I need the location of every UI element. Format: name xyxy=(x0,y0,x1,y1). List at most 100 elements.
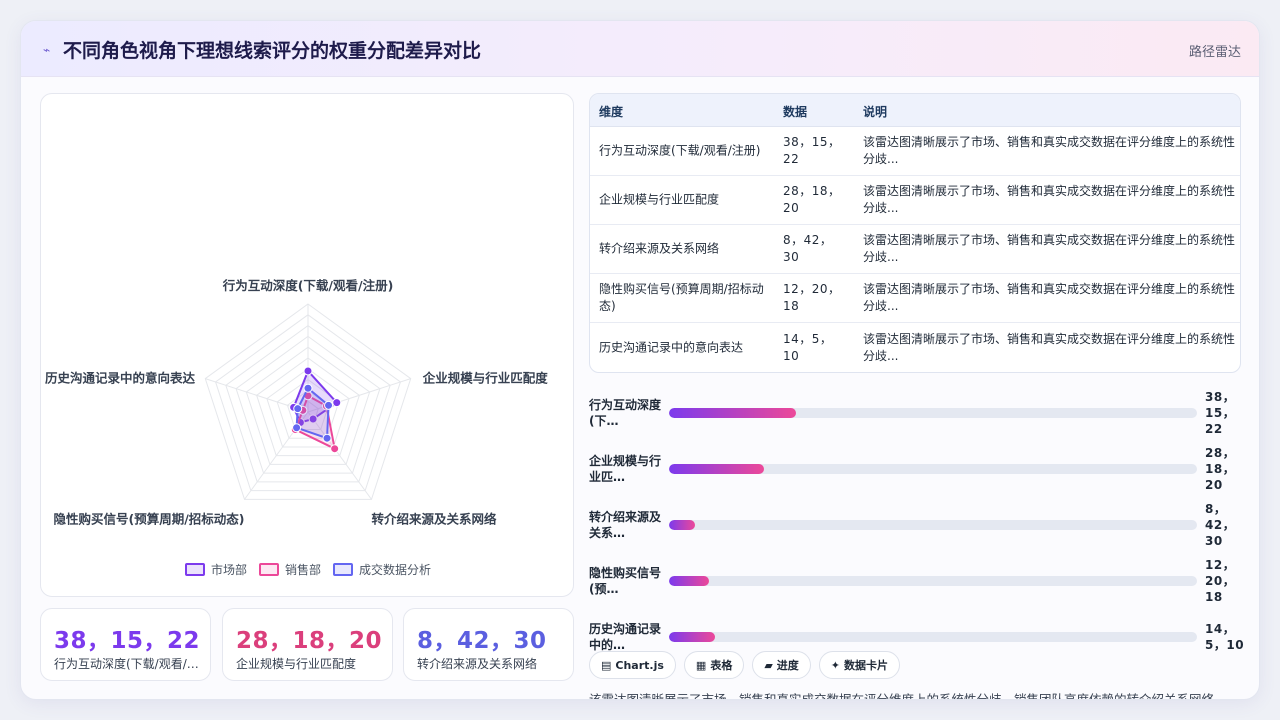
progress-value: 12，20，18 xyxy=(1205,558,1236,604)
chip-table[interactable]: ▦ 表格 xyxy=(683,651,745,679)
progress-label: 隐性购买信号(预… xyxy=(589,566,662,596)
cell-dimension: 历史沟通记录中的意向表达 xyxy=(599,340,744,354)
cell-description: 该雷达图清晰展示了市场、销售和真实成交数据在评分维度上的系统性分歧... xyxy=(863,233,1236,264)
legend-swatch-deal xyxy=(333,562,353,576)
chip-data-cards[interactable]: ✦ 数据卡片 xyxy=(818,651,901,679)
axis-label: 历史沟通记录中的意向表达 xyxy=(45,371,196,386)
cell-dimension: 隐性购买信号(预算周期/招标动态) xyxy=(599,282,764,313)
cell-dimension: 转介绍来源及关系网络 xyxy=(599,241,720,256)
progress-track xyxy=(669,408,1197,418)
view-chips: ▤ Chart.js ▦ 表格 ▰ 进度 ✦ 数据卡片 xyxy=(589,651,901,679)
legend-item-market[interactable]: 市场部 xyxy=(184,561,247,578)
dashboard-card: ⌁ 不同角色视角下理想线索评分的权重分配差异对比 路径雷达 行为互动深度(下载/… xyxy=(20,20,1260,700)
chip-label: Chart.js xyxy=(615,658,664,672)
table-icon: ▦ xyxy=(695,658,707,672)
chip-progress[interactable]: ▰ 进度 xyxy=(752,651,811,679)
sparkle-icon: ✦ xyxy=(830,658,841,672)
stat-value: 8，42，30 xyxy=(417,628,547,654)
table-header: 维度 数据 说明 xyxy=(590,94,1240,127)
data-point xyxy=(303,383,313,393)
progress-track xyxy=(669,632,1197,642)
progress-label: 行为互动深度(下… xyxy=(589,398,662,428)
data-point xyxy=(293,404,303,414)
progress-row: 行为互动深度(下… 38，15，22 xyxy=(589,385,1249,441)
data-point xyxy=(332,398,342,408)
column-header-description: 说明 xyxy=(863,105,888,119)
stat-label: 行为互动深度(下载/观看/注册) xyxy=(54,657,204,671)
header-tag[interactable]: 路径雷达 xyxy=(1189,41,1241,60)
chart-legend: 市场部 销售部 成交数据分析 xyxy=(41,560,575,578)
progress-label: 历史沟通记录中的… xyxy=(589,622,662,652)
cell-description: 该雷达图清晰展示了市场、销售和真实成交数据在评分维度上的系统性分歧... xyxy=(863,282,1236,313)
axis-label: 隐性购买信号(预算周期/招标动态) xyxy=(54,511,245,526)
legend-label-market: 市场部 xyxy=(210,562,247,577)
chart-icon: ▤ xyxy=(601,658,612,672)
summary-text: 该雷达图清晰展示了市场、销售和真实成交数据在评分维度上的系统性分歧，销售团队高度… xyxy=(589,692,1215,700)
cell-description: 该雷达图清晰展示了市场、销售和真实成交数据在评分维度上的系统性分歧... xyxy=(863,184,1236,215)
progress-bars: 行为互动深度(下… 38，15，22 企业规模与行业匹… 28，18，20 转介… xyxy=(589,385,1249,652)
cell-data: 12，20，18 xyxy=(783,282,841,313)
stat-label: 企业规模与行业匹配度 xyxy=(236,657,357,671)
page-title: 不同角色视角下理想线索评分的权重分配差异对比 xyxy=(63,40,482,62)
progress-label: 企业规模与行业匹… xyxy=(589,454,662,484)
chip-label: 表格 xyxy=(710,659,733,672)
table-row: 历史沟通记录中的意向表达 14，5，10 该雷达图清晰展示了市场、销售和真实成交… xyxy=(590,323,1240,372)
legend-item-deal[interactable]: 成交数据分析 xyxy=(333,561,431,578)
progress-value: 14，5，10 xyxy=(1205,622,1245,652)
stat-card: 8，42，30 转介绍来源及关系网络 xyxy=(403,608,574,681)
data-point xyxy=(324,400,334,410)
progress-fill xyxy=(669,464,765,474)
cell-dimension: 企业规模与行业匹配度 xyxy=(599,192,720,207)
cell-data: 28，18，20 xyxy=(783,184,841,215)
data-point xyxy=(322,433,332,443)
column-header-dimension: 维度 xyxy=(599,105,624,119)
progress-track xyxy=(669,464,1197,474)
radar-chart: 行为互动深度(下载/观看/注册) 企业规模与行业匹配度转介绍来源及关系网络 隐性购买… xyxy=(45,278,549,526)
legend-label-deal: 成交数据分析 xyxy=(359,562,432,577)
pulse-icon: ⌁ xyxy=(43,43,51,57)
axis-label: 企业规模与行业匹配度 xyxy=(422,371,549,386)
progress-track xyxy=(669,576,1197,586)
progress-value: 28，18，20 xyxy=(1205,446,1236,492)
stat-card: 28，18，20 企业规模与行业匹配度 xyxy=(222,608,393,681)
table-row: 转介绍来源及关系网络 8，42，30 该雷达图清晰展示了市场、销售和真实成交数据… xyxy=(590,225,1240,274)
legend-swatch-market xyxy=(184,562,205,576)
cell-data: 14，5，10 xyxy=(783,331,833,363)
progress-row: 转介绍来源及关系… 8，42，30 xyxy=(589,497,1249,553)
data-table: 维度 数据 说明 行为互动深度(下载/观看/注册) 38，15，22 该雷达图清… xyxy=(589,93,1241,373)
stat-card: 38，15，22 行为互动深度(下载/观看/注册) xyxy=(40,608,211,681)
chip-label: 数据卡片 xyxy=(844,659,889,672)
table-row: 隐性购买信号(预算周期/招标动态) 12，20，18 该雷达图清晰展示了市场、销… xyxy=(590,274,1240,323)
progress-label: 转介绍来源及关系… xyxy=(589,510,662,540)
stat-value: 28，18，20 xyxy=(236,628,383,654)
progress-value: 8，42，30 xyxy=(1205,502,1236,548)
data-point xyxy=(330,444,340,454)
progress-fill xyxy=(669,632,716,642)
cell-description: 该雷达图清晰展示了市场、销售和真实成交数据在评分维度上的系统性分歧... xyxy=(863,331,1236,363)
radar-chart-panel: 行为互动深度(下载/观看/注册) 企业规模与行业匹配度转介绍来源及关系网络 隐性购买… xyxy=(40,93,574,597)
cell-dimension: 行为互动深度(下载/观看/注册) xyxy=(599,143,761,158)
legend-label-sales: 销售部 xyxy=(284,562,321,577)
progress-fill xyxy=(669,520,696,530)
data-point xyxy=(292,423,302,433)
progress-value: 38，15，22 xyxy=(1205,390,1236,436)
legend-swatch-sales xyxy=(258,562,279,576)
table-row: 企业规模与行业匹配度 28，18，20 该雷达图清晰展示了市场、销售和真实成交数… xyxy=(590,176,1240,225)
progress-row: 企业规模与行业匹… 28，18，20 xyxy=(589,441,1249,497)
stat-value: 38，15，22 xyxy=(54,628,201,654)
stat-label: 转介绍来源及关系网络 xyxy=(417,657,538,671)
column-header-data: 数据 xyxy=(783,105,808,119)
chip-chartjs[interactable]: ▤ Chart.js xyxy=(589,651,676,679)
axis-label: 行为互动深度(下载/观看/注册) xyxy=(222,278,394,293)
axis-label: 转介绍来源及关系网络 xyxy=(371,511,497,526)
progress-fill xyxy=(669,576,709,586)
header: ⌁ 不同角色视角下理想线索评分的权重分配差异对比 路径雷达 xyxy=(21,21,1259,77)
legend-item-sales[interactable]: 销售部 xyxy=(258,561,321,578)
progress-track xyxy=(669,520,1197,530)
progress-icon: ▰ xyxy=(764,658,773,672)
cell-data: 8，42，30 xyxy=(783,233,833,264)
cell-data: 38，15，22 xyxy=(783,135,841,166)
data-point xyxy=(303,366,313,376)
progress-fill xyxy=(669,408,796,418)
chip-label: 进度 xyxy=(776,659,799,672)
